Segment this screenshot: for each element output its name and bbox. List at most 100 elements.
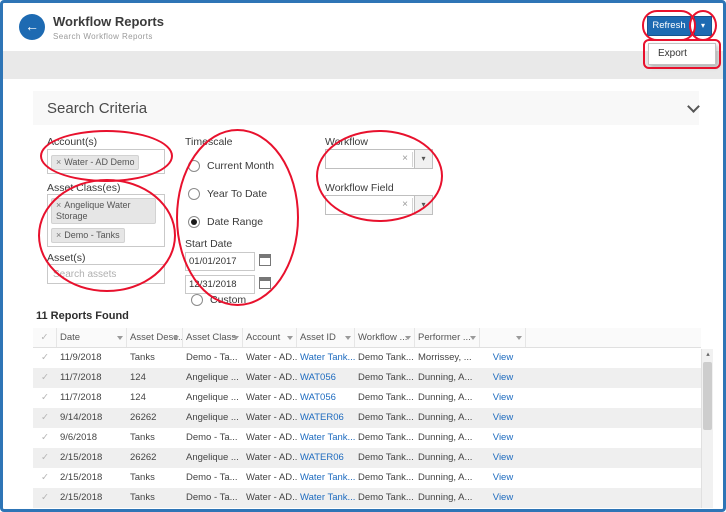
- radio-icon: [188, 160, 200, 172]
- header-date[interactable]: Date: [57, 328, 127, 347]
- row-check-icon[interactable]: ✓: [33, 348, 57, 368]
- clear-icon[interactable]: ×: [402, 199, 408, 210]
- cell-performer: Dunning, A...: [415, 488, 480, 508]
- header-actions[interactable]: [480, 328, 526, 347]
- table-row[interactable]: ✓11/9/2018TanksDemo - Ta...Water - AD...…: [33, 348, 701, 368]
- view-link[interactable]: View: [480, 408, 526, 428]
- cell-asset-desc: Tanks: [127, 428, 183, 448]
- radio-custom[interactable]: Custom: [191, 291, 246, 305]
- clear-icon[interactable]: ×: [402, 153, 408, 164]
- refresh-dropdown-button[interactable]: ▾: [694, 16, 712, 36]
- view-link[interactable]: View: [480, 468, 526, 488]
- workflow-field-select[interactable]: × ▾: [325, 195, 433, 215]
- timescale-label: Timescale: [185, 136, 232, 148]
- row-filler: [526, 368, 701, 388]
- cell-asset-class: Demo - Ta...: [183, 488, 243, 508]
- table-scrollbar[interactable]: ▴: [701, 349, 713, 508]
- cell-asset-class: Angelique ...: [183, 388, 243, 408]
- radio-icon: [188, 188, 200, 200]
- assets-label: Asset(s): [47, 252, 86, 264]
- menu-item-export[interactable]: Export: [649, 44, 715, 64]
- row-check-icon[interactable]: ✓: [33, 408, 57, 428]
- calendar-icon[interactable]: [259, 277, 271, 289]
- page-subtitle: Search Workflow Reports: [53, 32, 153, 41]
- header-performer[interactable]: Performer ...: [415, 328, 480, 347]
- dropdown-button[interactable]: ▾: [414, 196, 432, 214]
- asset-id-link[interactable]: WAT056: [297, 368, 355, 388]
- sort-caret-icon: [345, 336, 351, 340]
- header-account[interactable]: Account: [243, 328, 297, 347]
- scroll-up-icon[interactable]: ▴: [702, 349, 714, 360]
- radio-year-to-date[interactable]: Year To Date: [188, 185, 267, 199]
- view-link[interactable]: View: [480, 428, 526, 448]
- asset-id-link[interactable]: Water Tank...: [297, 428, 355, 448]
- dropdown-button[interactable]: ▾: [414, 150, 432, 168]
- row-check-icon[interactable]: ✓: [33, 428, 57, 448]
- accounts-tagbox[interactable]: ×Water - AD Demo: [47, 149, 165, 174]
- table-row[interactable]: ✓2/15/201826262Angelique ...Water - AD..…: [33, 448, 701, 468]
- search-criteria-title: Search Criteria: [47, 100, 147, 117]
- scrollbar-thumb[interactable]: [703, 362, 712, 430]
- table-row[interactable]: ✓2/15/2018TanksDemo - Ta...Water - AD...…: [33, 488, 701, 508]
- remove-tag-icon[interactable]: ×: [56, 157, 61, 167]
- start-date-input[interactable]: [185, 252, 255, 271]
- asset-classes-tagbox[interactable]: ×Angelique Water Storage ×Demo - Tanks: [47, 194, 165, 247]
- asset-id-link[interactable]: Water Tank...: [297, 488, 355, 508]
- asset-id-link[interactable]: Water Tank...: [297, 348, 355, 368]
- cell-account: Water - AD...: [243, 428, 297, 448]
- row-filler: [526, 428, 701, 448]
- cell-date: 2/15/2018: [57, 468, 127, 488]
- cell-asset-class: Angelique ...: [183, 408, 243, 428]
- remove-tag-icon[interactable]: ×: [56, 200, 61, 210]
- radio-current-month[interactable]: Current Month: [188, 157, 274, 171]
- table-row[interactable]: ✓9/14/201826262Angelique ...Water - AD..…: [33, 408, 701, 428]
- header-workflow[interactable]: Workflow ...: [355, 328, 415, 347]
- row-check-icon[interactable]: ✓: [33, 448, 57, 468]
- radio-date-range[interactable]: Date Range: [188, 213, 263, 227]
- back-button[interactable]: ←: [19, 14, 45, 40]
- export-menu: Export: [648, 43, 716, 65]
- view-link[interactable]: View: [480, 348, 526, 368]
- calendar-icon[interactable]: [259, 254, 271, 266]
- table-row[interactable]: ✓2/15/2018TanksDemo - Ta...Water - AD...…: [33, 468, 701, 488]
- results-table: ✓ Date Asset Desc... Asset Class Account…: [33, 328, 701, 508]
- asset-id-link[interactable]: WAT056: [297, 388, 355, 408]
- header-asset-desc[interactable]: Asset Desc...: [127, 328, 183, 347]
- chevron-down-icon: ▾: [701, 21, 705, 30]
- view-link[interactable]: View: [480, 368, 526, 388]
- view-link[interactable]: View: [480, 388, 526, 408]
- refresh-button[interactable]: Refresh: [647, 16, 691, 36]
- cell-asset-class: Angelique ...: [183, 368, 243, 388]
- view-link[interactable]: View: [480, 488, 526, 508]
- cell-date: 2/15/2018: [57, 488, 127, 508]
- cell-workflow: Demo Tank...: [355, 448, 415, 468]
- table-row[interactable]: ✓9/6/2018TanksDemo - Ta...Water - AD...W…: [33, 428, 701, 448]
- back-arrow-icon: ←: [25, 18, 39, 34]
- row-check-icon[interactable]: ✓: [33, 488, 57, 508]
- row-check-icon[interactable]: ✓: [33, 468, 57, 488]
- table-row[interactable]: ✓11/7/2018124Angelique ...Water - AD...W…: [33, 368, 701, 388]
- header-check-icon[interactable]: ✓: [33, 328, 57, 347]
- cell-performer: Dunning, A...: [415, 428, 480, 448]
- remove-tag-icon[interactable]: ×: [56, 230, 61, 240]
- cell-date: 9/14/2018: [57, 408, 127, 428]
- cell-date: 11/7/2018: [57, 388, 127, 408]
- row-check-icon[interactable]: ✓: [33, 388, 57, 408]
- sort-caret-icon: [516, 336, 522, 340]
- workflow-select[interactable]: × ▾: [325, 149, 433, 169]
- asset-id-link[interactable]: Water Tank...: [297, 468, 355, 488]
- header-asset-id[interactable]: Asset ID: [297, 328, 355, 347]
- start-date-field: [185, 251, 271, 270]
- view-link[interactable]: View: [480, 448, 526, 468]
- table-row[interactable]: ✓11/7/2018124Angelique ...Water - AD...W…: [33, 388, 701, 408]
- cell-account: Water - AD...: [243, 368, 297, 388]
- assets-search-input[interactable]: [47, 264, 165, 284]
- asset-id-link[interactable]: WATER06: [297, 408, 355, 428]
- chevron-down-icon: ▾: [421, 200, 425, 209]
- asset-id-link[interactable]: WATER06: [297, 448, 355, 468]
- cell-account: Water - AD...: [243, 408, 297, 428]
- header-asset-class[interactable]: Asset Class: [183, 328, 243, 347]
- sort-caret-icon: [405, 336, 411, 340]
- asset-class-tag: ×Angelique Water Storage: [51, 198, 156, 224]
- row-check-icon[interactable]: ✓: [33, 368, 57, 388]
